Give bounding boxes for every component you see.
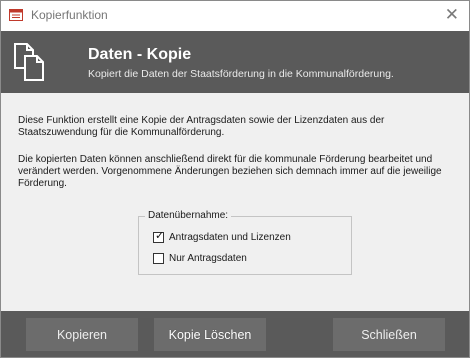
window-title: Kopierfunktion: [31, 8, 108, 22]
option-application-and-licenses[interactable]: ✓ Antragsdaten und Lizenzen: [153, 230, 291, 244]
close-icon[interactable]: ✕: [445, 5, 459, 25]
delete-copy-button[interactable]: Kopie Löschen: [154, 318, 266, 351]
header-subtitle: Kopiert die Daten der Staatsförderung in…: [88, 68, 394, 80]
copy-documents-icon: [14, 43, 44, 81]
dialog-window: Kopierfunktion ✕ Daten - Kopie Kopiert d…: [0, 0, 470, 358]
title-bar: Kopierfunktion ✕: [1, 1, 469, 31]
close-button-label: Schließen: [361, 327, 417, 342]
option-label: Nur Antragsdaten: [169, 253, 247, 264]
checkbox-application-and-licenses[interactable]: ✓: [153, 230, 165, 243]
delete-copy-button-label: Kopie Löschen: [168, 327, 252, 342]
copy-button[interactable]: Kopieren: [26, 318, 138, 351]
data-transfer-groupbox: [138, 216, 352, 275]
groupbox-legend: Datenübernahme:: [145, 210, 232, 221]
checkbox-application-only[interactable]: [153, 253, 164, 264]
description-paragraph-1: Diese Funktion erstellt eine Kopie der A…: [18, 115, 385, 138]
description-paragraph-2: Die kopierten Daten können anschließend …: [18, 154, 442, 189]
copy-button-label: Kopieren: [56, 327, 108, 342]
header-title: Daten - Kopie: [88, 46, 192, 63]
checkmark-icon: ✓: [155, 230, 165, 242]
option-application-only[interactable]: Nur Antragsdaten: [153, 252, 247, 265]
header-banner: [1, 31, 469, 93]
form-icon: [9, 9, 23, 21]
option-label: Antragsdaten und Lizenzen: [169, 232, 291, 243]
close-button[interactable]: Schließen: [333, 318, 445, 351]
